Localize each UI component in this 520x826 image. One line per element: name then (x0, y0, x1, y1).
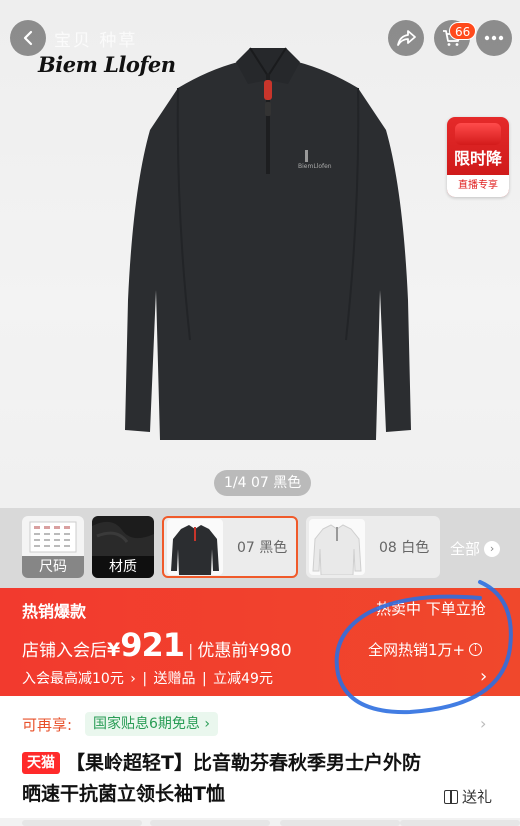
fabric-swatch-icon (92, 521, 154, 556)
variant-white[interactable]: 08 白色 (306, 516, 440, 578)
svg-text:BiemLlofen: BiemLlofen (298, 163, 332, 170)
more-icon (484, 35, 504, 41)
size-chart-caption: 尺码 (22, 556, 84, 578)
discount-member: 入会最高减10元 (22, 671, 124, 687)
nav-tabs-title[interactable]: 宝贝 种草 (54, 26, 137, 51)
variant-black-image (167, 519, 223, 575)
share-button[interactable] (388, 20, 424, 56)
price-amount: 921 (120, 626, 185, 664)
promo-main-label: 限时降 (453, 149, 502, 168)
discount-separator: | (201, 671, 207, 687)
sales-count[interactable]: 全网热销1万+ i (368, 639, 483, 660)
variant-black[interactable]: 07 黑色 (162, 516, 298, 578)
variant-white-label: 08 白色 (379, 540, 430, 556)
shopping-bag-icon (455, 123, 501, 145)
all-variants-label: 全部 (450, 540, 481, 558)
currency-symbol: ¥ (107, 639, 121, 661)
cart-count-badge: 66 (449, 22, 477, 40)
chevron-right-icon[interactable]: › (480, 666, 487, 687)
price-prefix: 店铺入会后 (22, 641, 107, 661)
price-separator: | (188, 641, 194, 660)
chevron-right-icon: › (484, 540, 501, 557)
discount-gift: 送赠品 (153, 671, 196, 687)
hot-sale-status: 热卖中 下单立抢 (376, 600, 486, 618)
subsidy-row[interactable]: 可再享: 国家贴息6期免息 › › (0, 706, 520, 740)
subsidy-chip[interactable]: 国家贴息6期免息 › (85, 712, 218, 736)
sales-count-label: 全网热销1万+ (368, 641, 466, 659)
product-image: BiemLlofen (125, 47, 411, 440)
discount-instant: 立减49元 (213, 671, 273, 687)
gallery-pager: 1/4 07 黑色 (214, 470, 312, 496)
more-button[interactable] (476, 20, 512, 56)
discount-separator: | (142, 671, 148, 687)
hot-sale-tag: 热销爆款 (22, 602, 87, 621)
subsidy-label: 可再享: (22, 716, 73, 734)
promo-sub-label: 直播专享 (447, 175, 509, 197)
next-section-peek (0, 818, 520, 826)
product-title: 天猫 【果岭超轻T】比音勒芬春秋季男士户外防 晒速干抗菌立领长袖T恤 (22, 748, 502, 810)
member-price: 店铺入会后 ¥ 921 | 优惠前¥980 (22, 626, 292, 664)
material-thumb[interactable]: 材质 (92, 516, 154, 578)
gift-label: 送礼 (462, 788, 493, 806)
variant-black-label: 07 黑色 (237, 540, 288, 556)
original-price: 优惠前¥980 (197, 641, 292, 661)
chevron-right-icon: › (125, 671, 141, 687)
subsidy-chip-label: 国家贴息6期免息 (93, 716, 200, 732)
price-panel[interactable]: 热销爆款 热卖中 下单立抢 店铺入会后 ¥ 921 | 优惠前¥980 全网热销… (0, 588, 520, 696)
info-icon: i (469, 643, 483, 656)
title-line-2: 晒速干抗菌立领长袖T恤 (22, 783, 225, 805)
gift-icon (444, 789, 458, 804)
product-gallery[interactable]: BiemLlofen 宝贝 种草 Biem Llofen 66 限时降 直播专享… (0, 0, 520, 508)
back-button[interactable] (10, 20, 46, 56)
title-line-1: 【果岭超轻T】比音勒芬春秋季男士户外防 (66, 752, 421, 774)
share-icon (397, 30, 416, 46)
material-caption: 材质 (92, 556, 154, 578)
size-table-icon (29, 521, 77, 553)
all-variants-link[interactable]: 全部 › (450, 538, 501, 559)
discount-list[interactable]: 入会最高减10元 › | 送赠品 | 立减49元 (22, 668, 275, 688)
brand-logo: Biem Llofen (38, 52, 176, 77)
live-price-drop-badge[interactable]: 限时降 直播专享 (447, 117, 509, 197)
variant-white-image (309, 519, 365, 575)
tmall-badge: 天猫 (22, 752, 60, 774)
chevron-left-icon (23, 30, 33, 46)
gift-button[interactable]: 送礼 (444, 786, 492, 807)
chevron-right-icon[interactable]: › (480, 714, 486, 733)
size-chart-thumb[interactable]: 尺码 (22, 516, 84, 578)
thumbnail-strip: 尺码 材质 07 黑色 08 白色 全部 › (0, 508, 520, 588)
